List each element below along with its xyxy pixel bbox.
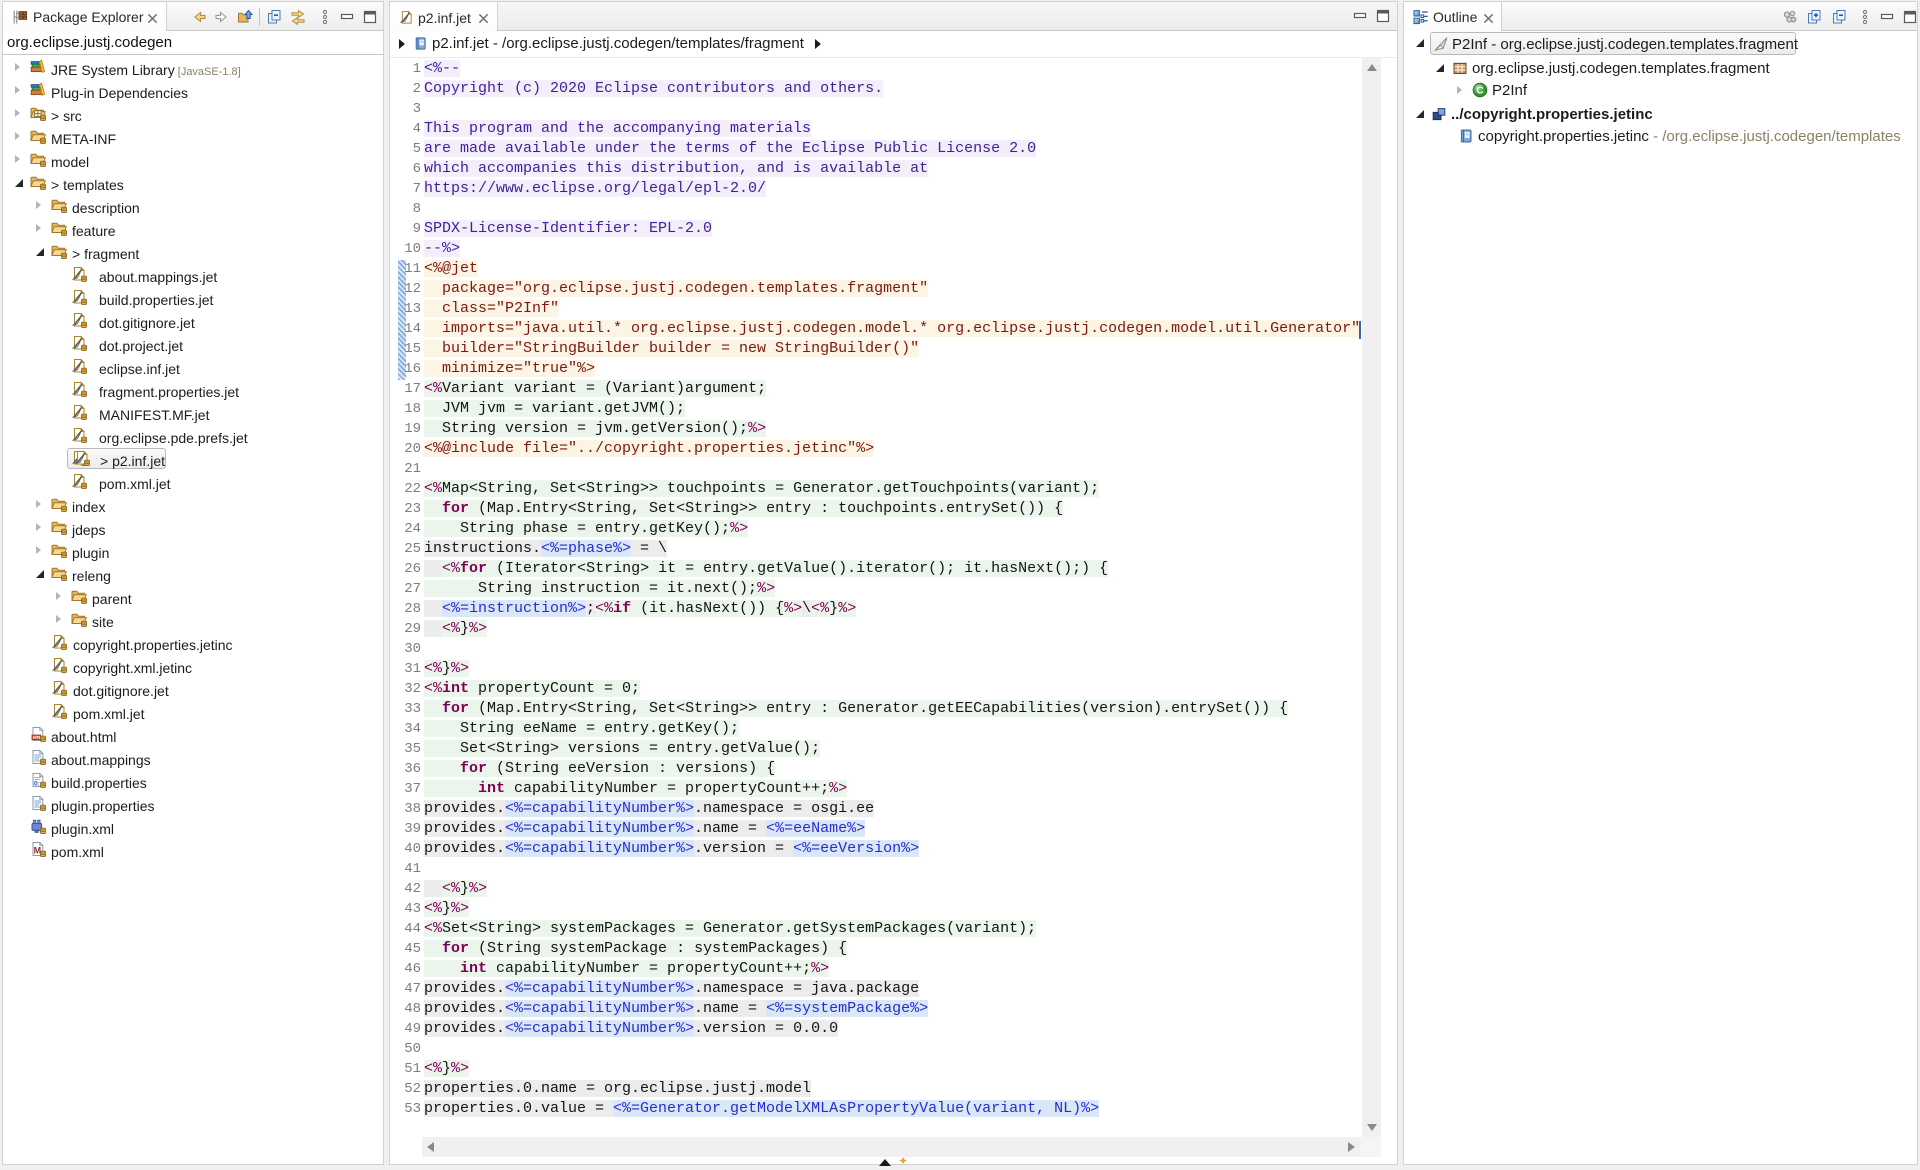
svg-text:M: M [34, 846, 42, 856]
svg-text:0:: 0: [34, 781, 40, 788]
svg-text:C: C [1476, 86, 1483, 97]
